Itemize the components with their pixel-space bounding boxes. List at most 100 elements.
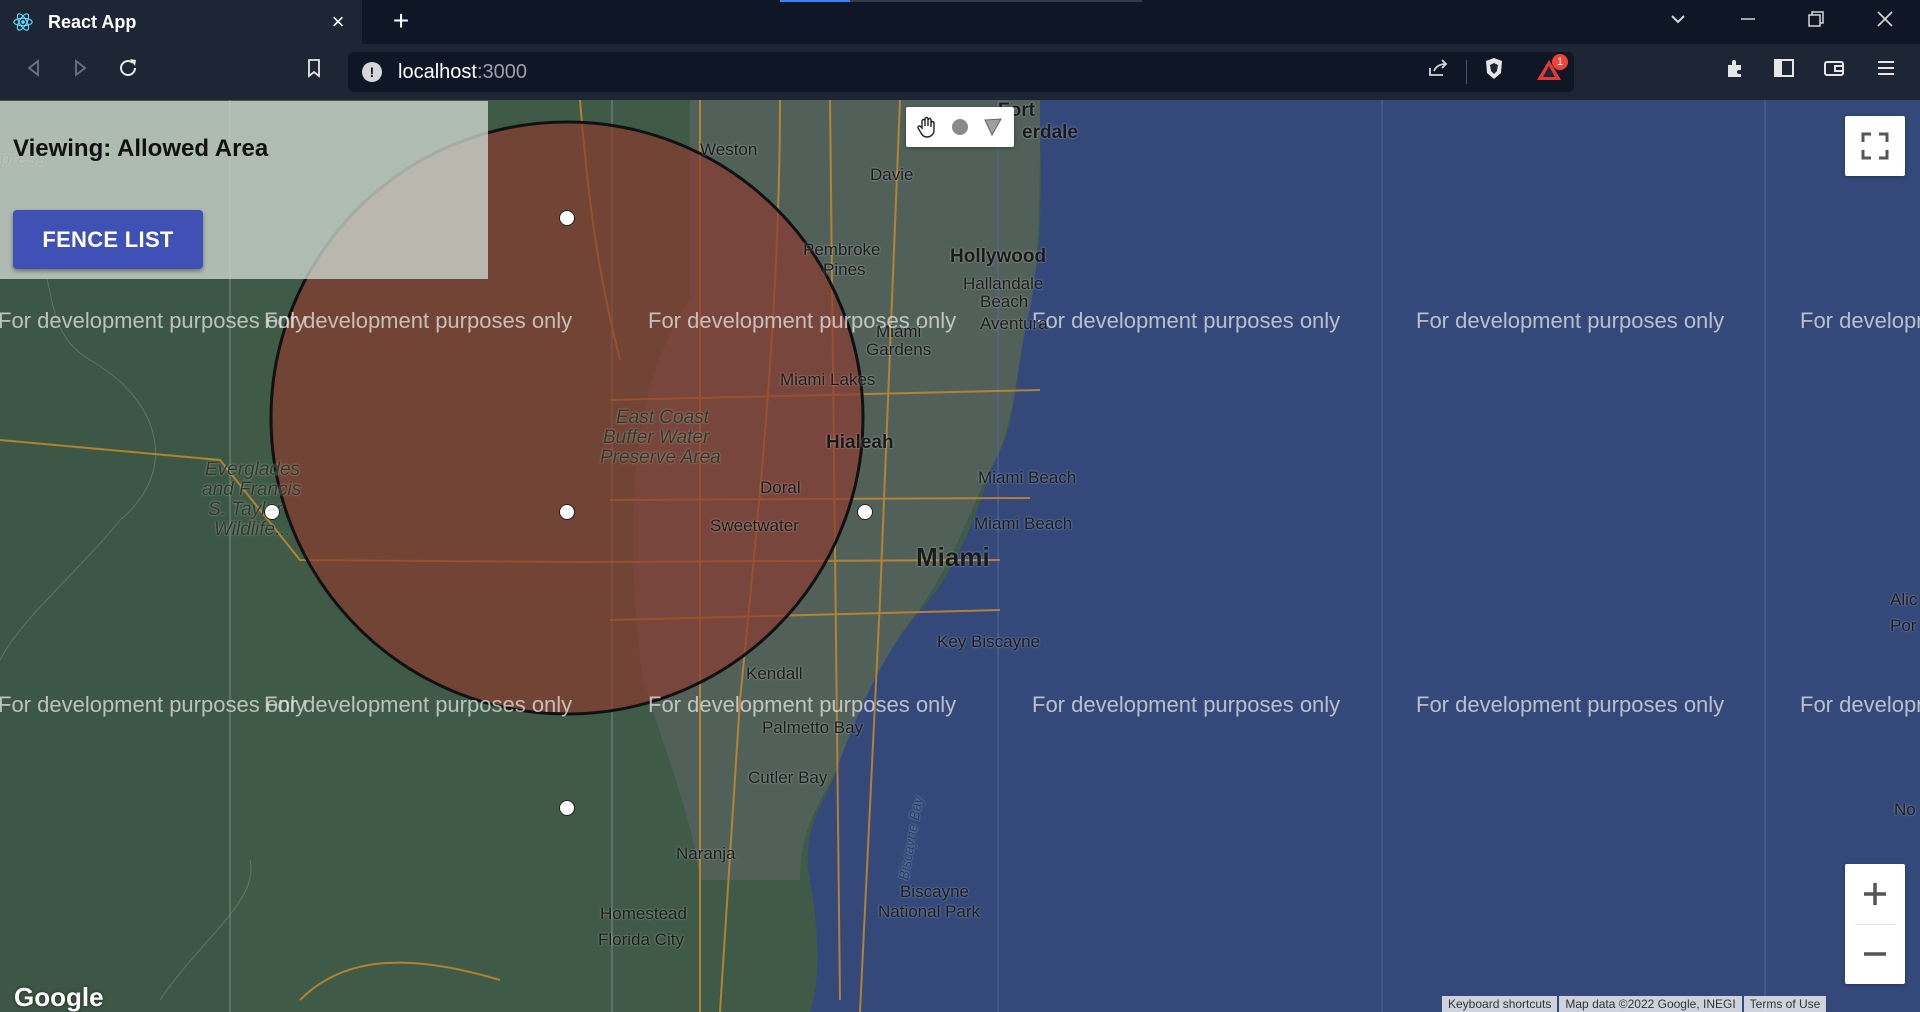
fence-panel: Viewing: Allowed Area FENCE LIST (0, 101, 488, 279)
extensions-icon[interactable] (1720, 56, 1752, 88)
url-host: localhost (398, 60, 477, 83)
place-label: Weston (700, 140, 758, 159)
fullscreen-icon (1861, 132, 1889, 160)
place-label: erdale (1022, 122, 1078, 143)
fullscreen-button[interactable] (1845, 116, 1905, 176)
new-tab-button[interactable]: + (386, 7, 416, 37)
watermark: For development purposes only (1032, 692, 1341, 717)
terms-of-use-link[interactable]: Terms of Use (1743, 996, 1827, 1012)
bookmark-icon[interactable] (298, 56, 330, 88)
fence-list-button[interactable]: FENCE LIST (13, 210, 203, 269)
place-label: East Coast (616, 407, 709, 428)
zoom-in-button[interactable] (1845, 864, 1905, 924)
minus-icon (1864, 952, 1886, 956)
place-label: Preserve Area (600, 447, 721, 468)
wallet-icon[interactable] (1818, 56, 1850, 88)
place-label: Miami (916, 542, 990, 572)
place-label: Davie (870, 165, 914, 184)
omnibox-divider (1466, 60, 1467, 84)
watermark: For development purposes only (648, 692, 957, 717)
place-label: Florida City (598, 930, 684, 949)
loading-indicator (780, 0, 1142, 2)
sidebar-icon[interactable] (1768, 56, 1800, 88)
place-label: National Park (878, 902, 981, 921)
draw-circle-icon[interactable] (945, 112, 975, 142)
watermark: For development purposes only (1800, 308, 1920, 333)
drawing-toolbar (906, 107, 1014, 147)
place-label: Buffer Water (603, 427, 710, 448)
brave-rewards-icon[interactable]: 1 (1534, 54, 1568, 88)
place-label: Doral (760, 478, 801, 497)
watermark: For development purposes only (264, 692, 573, 717)
circle-resize-handle-left[interactable] (264, 504, 280, 520)
map-attribution: Keyboard shortcuts Map data ©2022 Google… (1442, 996, 1828, 1012)
keyboard-shortcuts-link[interactable]: Keyboard shortcuts (1442, 996, 1558, 1012)
restore-icon[interactable] (1802, 8, 1830, 36)
menu-icon[interactable] (1870, 56, 1902, 88)
circle-resize-handle-right[interactable] (857, 504, 873, 520)
circle-resize-handle-top[interactable] (559, 210, 575, 226)
browser-toolbar: ! localhost:3000 1 (0, 44, 1920, 100)
close-window-icon[interactable] (1871, 8, 1899, 36)
tab-search-icon[interactable] (1664, 8, 1692, 36)
draw-polygon-icon[interactable] (978, 112, 1008, 142)
watermark: For development purposes only (1416, 308, 1725, 333)
forward-icon[interactable] (64, 56, 96, 88)
circle-resize-handle-bottom[interactable] (559, 800, 575, 816)
place-label: Alic (1890, 590, 1918, 609)
minimize-icon[interactable] (1734, 8, 1762, 36)
watermark: For development purposes only (0, 692, 307, 717)
google-logo: Google (14, 982, 104, 1012)
place-label: Biscayne (900, 882, 969, 901)
circle-center-handle[interactable] (559, 504, 575, 520)
place-label: Palmetto Bay (762, 718, 864, 737)
place-label: Pines (823, 260, 866, 279)
reload-icon[interactable] (112, 56, 144, 88)
watermark: For development purposes only (264, 308, 573, 333)
close-tab-icon[interactable]: × (326, 9, 350, 35)
map-data-text: Map data ©2022 Google, INEGI (1559, 996, 1742, 1012)
place-label: Gardens (866, 340, 932, 359)
place-label: Naranja (676, 844, 736, 863)
browser-tab[interactable]: React App × (0, 0, 362, 44)
notification-badge: 1 (1552, 54, 1568, 70)
watermark: For development purposes only (0, 308, 307, 333)
place-label: Miami Beach (978, 468, 1077, 487)
watermark: For development purposes only (1800, 692, 1920, 717)
react-icon (13, 13, 33, 31)
brave-shield-icon[interactable] (1478, 56, 1510, 88)
place-label: Everglades (205, 459, 301, 480)
place-label: Hialeah (826, 432, 894, 453)
place-label: Beach (980, 292, 1029, 311)
place-label: Homestead (600, 904, 687, 923)
watermark: For development purposes only (1032, 308, 1341, 333)
place-label: Por (1890, 616, 1917, 635)
place-label: Kendall (746, 664, 803, 683)
address-bar[interactable]: ! localhost:3000 1 (348, 52, 1574, 92)
viewing-label: Viewing: Allowed Area (13, 135, 269, 162)
place-label: Hallandale (963, 274, 1044, 293)
place-label: Sweetwater (710, 516, 799, 535)
place-label: Cutler Bay (748, 768, 828, 787)
place-label: Aventura (980, 314, 1048, 333)
place-label: Miami (876, 322, 922, 341)
hand-pan-icon[interactable] (912, 112, 942, 142)
place-label: No (1894, 800, 1916, 819)
url-port: :3000 (476, 60, 527, 83)
place-label: Wildlife... (214, 519, 291, 540)
place-label: Miami Lakes (780, 370, 876, 389)
watermark: For development purposes only (1416, 692, 1725, 717)
zoom-control (1845, 864, 1905, 984)
place-label: Pembroke (803, 240, 881, 259)
plus-icon (1864, 883, 1886, 905)
place-label: Miami Beach (974, 514, 1073, 533)
tab-title: React App (48, 11, 137, 32)
place-label: Hollywood (950, 246, 1047, 267)
browser-title-bar: React App × + (0, 0, 1920, 44)
back-icon[interactable] (18, 56, 50, 88)
place-label: Key Biscayne (937, 632, 1040, 651)
place-label: and Francis (202, 479, 302, 500)
zoom-out-button[interactable] (1845, 924, 1905, 984)
share-icon[interactable] (1422, 56, 1454, 88)
site-info-icon[interactable]: ! (362, 62, 382, 82)
